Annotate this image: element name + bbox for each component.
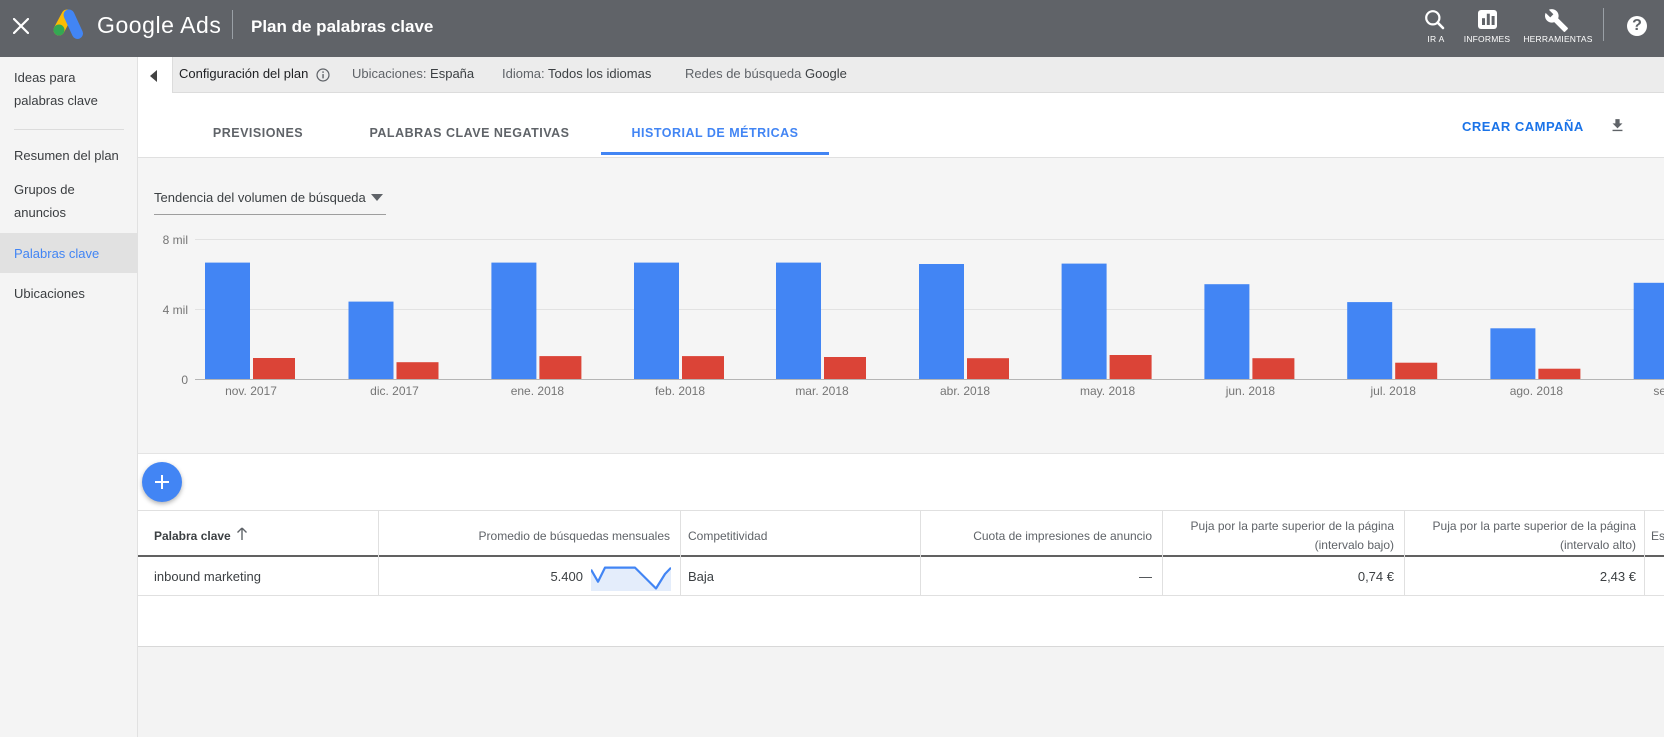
svg-text:dic. 2017: dic. 2017 bbox=[370, 384, 419, 398]
svg-text:4 mil: 4 mil bbox=[163, 303, 188, 317]
svg-text:0: 0 bbox=[181, 373, 188, 387]
svg-text:8 mil: 8 mil bbox=[163, 233, 188, 247]
svg-text:ene. 2018: ene. 2018 bbox=[511, 384, 565, 398]
svg-text:sep. 2018: sep. 2018 bbox=[1653, 384, 1664, 398]
svg-text:jun. 2018: jun. 2018 bbox=[1225, 384, 1276, 398]
svg-text:mar. 2018: mar. 2018 bbox=[795, 384, 849, 398]
svg-text:ago. 2018: ago. 2018 bbox=[1510, 384, 1564, 398]
svg-text:nov. 2017: nov. 2017 bbox=[225, 384, 277, 398]
svg-text:feb. 2018: feb. 2018 bbox=[655, 384, 705, 398]
svg-text:jul. 2018: jul. 2018 bbox=[1370, 384, 1417, 398]
svg-text:abr. 2018: abr. 2018 bbox=[940, 384, 990, 398]
svg-text:may. 2018: may. 2018 bbox=[1080, 384, 1135, 398]
